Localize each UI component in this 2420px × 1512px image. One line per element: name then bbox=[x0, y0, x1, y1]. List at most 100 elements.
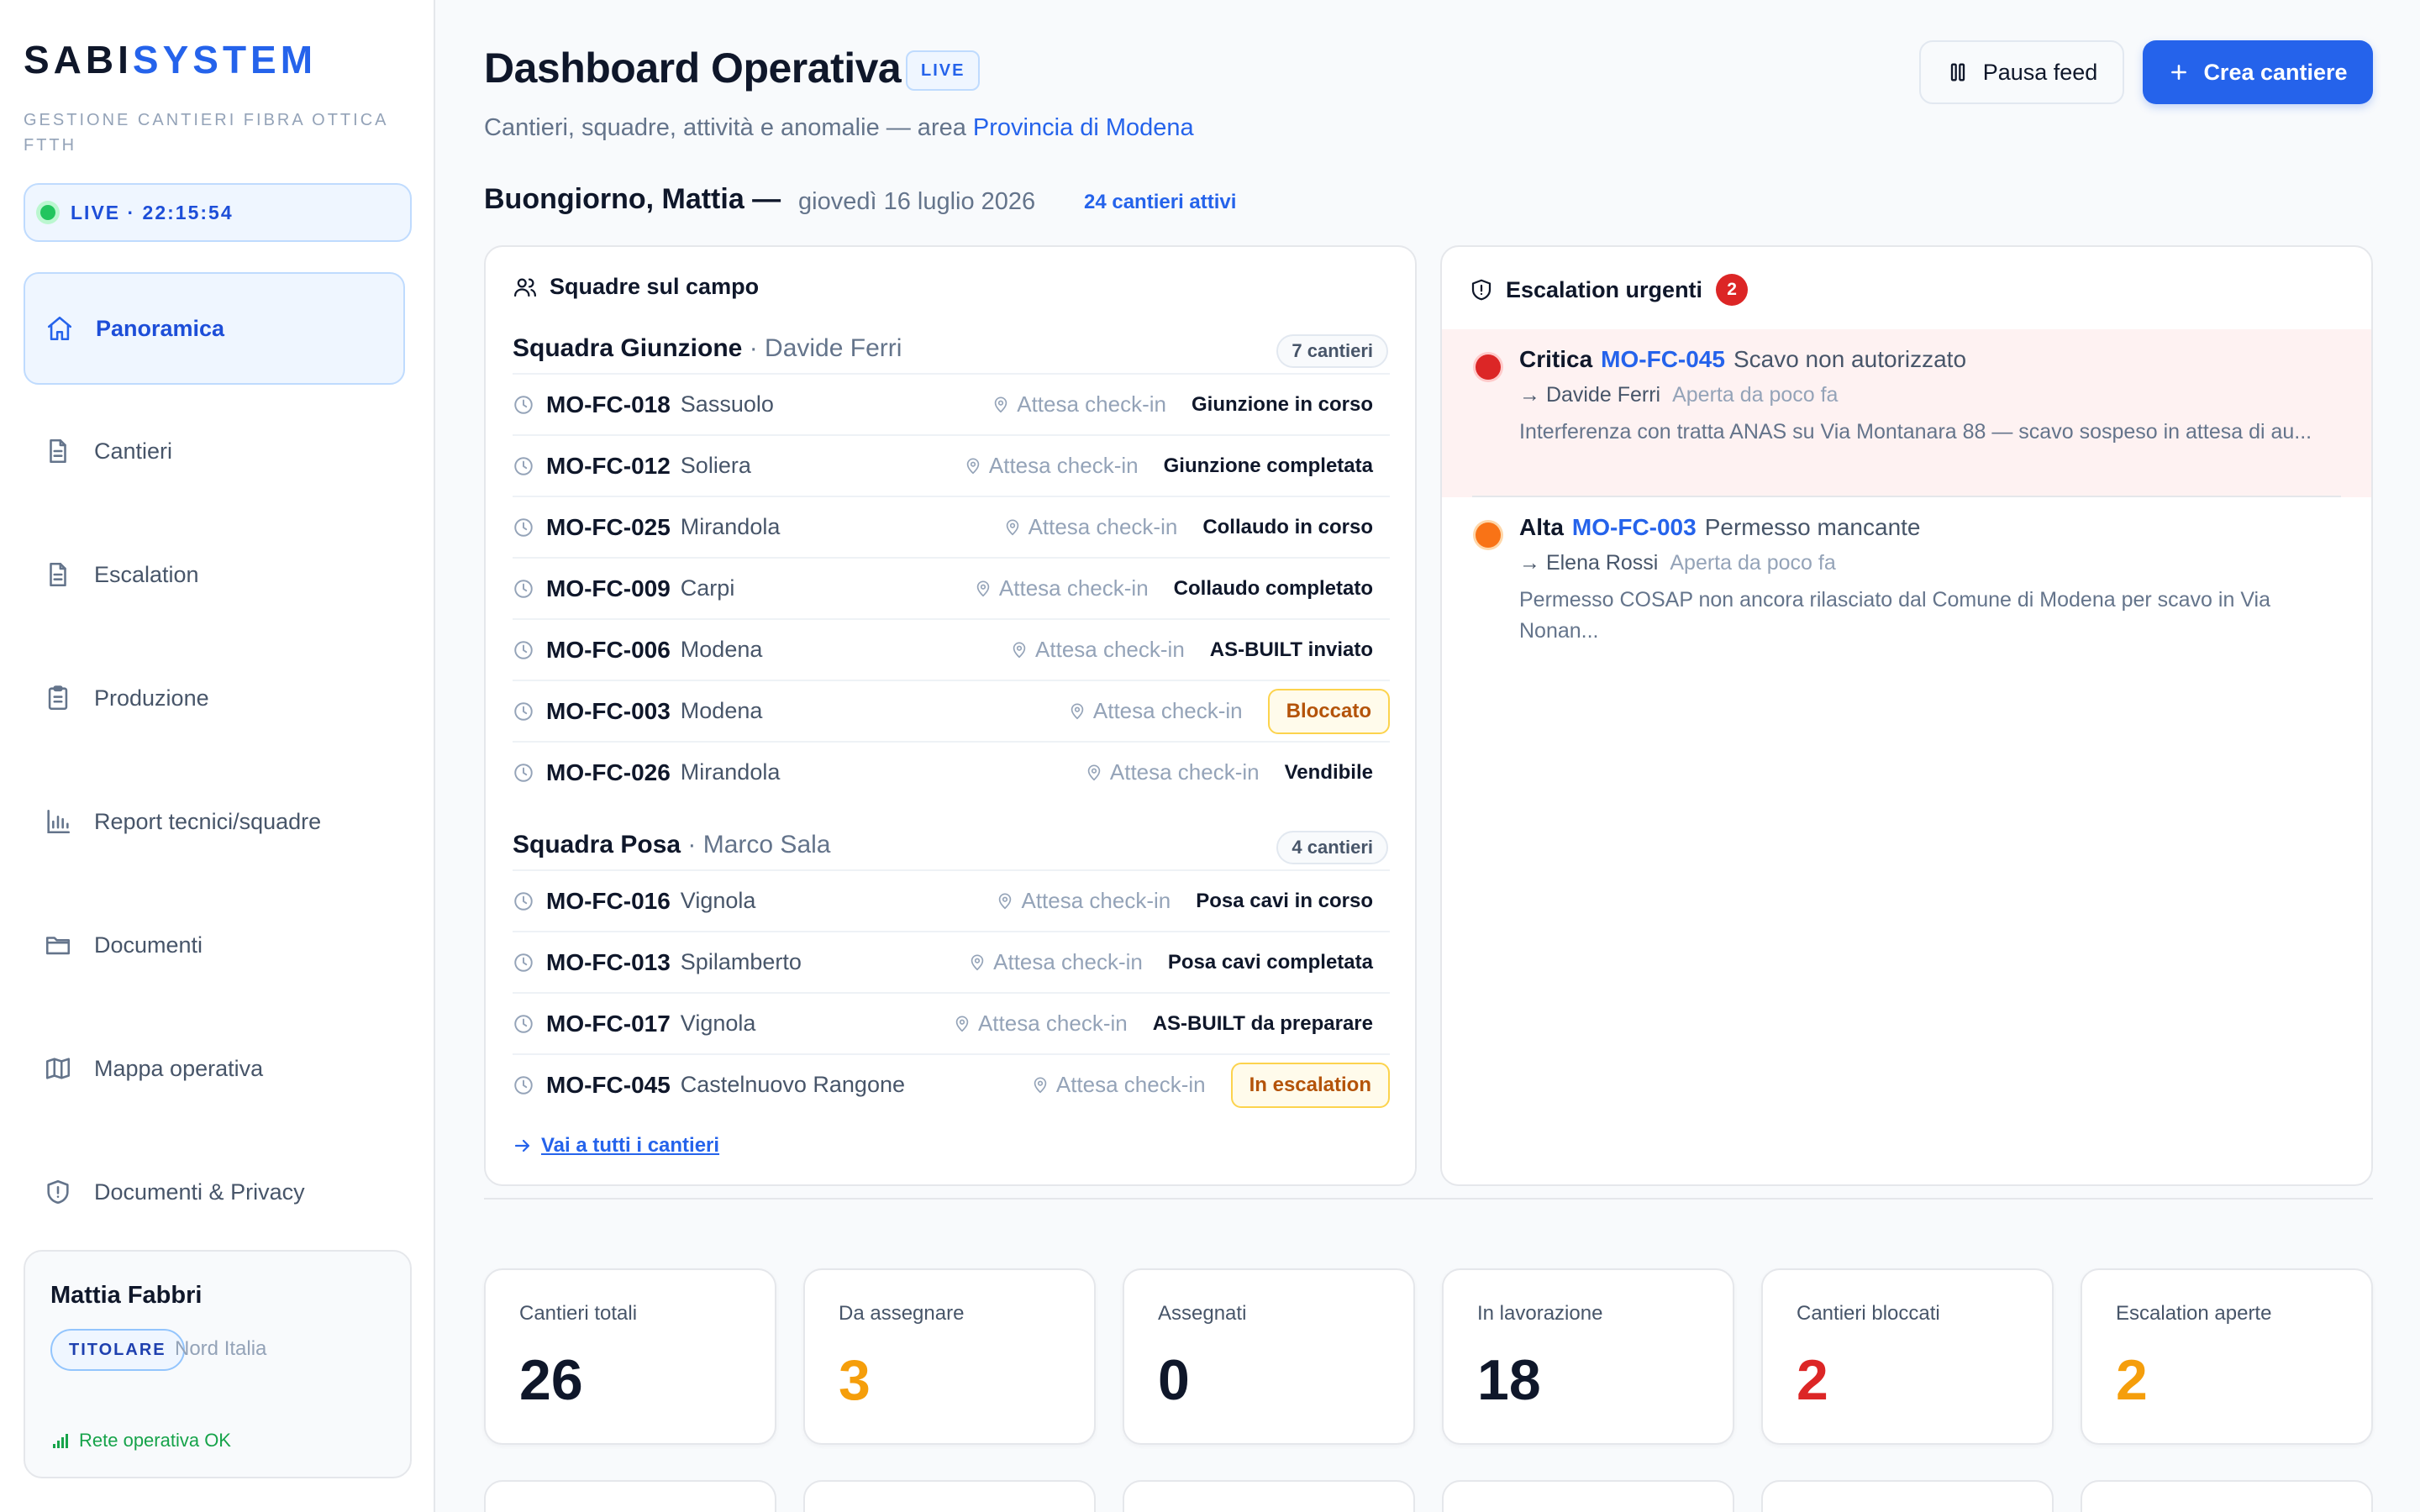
site-code[interactable]: MO-FC-006 bbox=[546, 637, 671, 664]
location-pin-icon bbox=[1071, 702, 1084, 719]
site-code[interactable]: MO-FC-012 bbox=[546, 453, 671, 480]
checkin-status: Attesa check-in bbox=[1010, 637, 1185, 663]
clock-icon bbox=[514, 517, 533, 537]
site-status-badge: AS-BUILT inviato bbox=[1209, 638, 1373, 661]
user-card[interactable]: Mattia Fabbri TITOLARE Nord Italia Rete … bbox=[24, 1250, 412, 1478]
escalation-item[interactable]: Critica MO-FC-045 Scavo non autorizzato → D… bbox=[1442, 329, 2371, 497]
sidebar-item-label: Mappa operativa bbox=[94, 1055, 264, 1081]
network-status-text: Rete operativa OK bbox=[79, 1430, 231, 1451]
site-status-badge: Giunzione completata bbox=[1163, 454, 1373, 477]
plus-icon bbox=[2171, 65, 2187, 80]
kpi-card[interactable]: Cantieri totali 26 bbox=[484, 1268, 776, 1445]
checkin-text: Attesa check-in bbox=[1017, 391, 1166, 417]
squad-lead: · Davide Ferri bbox=[749, 334, 902, 362]
escalation-site-code[interactable]: MO-FC-003 bbox=[1572, 514, 1697, 540]
location-pin-icon bbox=[955, 1015, 969, 1032]
site-code[interactable]: MO-FC-003 bbox=[546, 698, 671, 725]
sidebar-item-produzione[interactable]: Produzione bbox=[24, 642, 405, 754]
signal-icon bbox=[53, 1434, 68, 1448]
kpi-card[interactable]: Assegnati 0 bbox=[1123, 1268, 1415, 1445]
site-row[interactable]: MO-FC-018 Sassuolo Attesa check-in Giunzion… bbox=[513, 373, 1390, 434]
escalation-issue: Scavo non autorizzato bbox=[1733, 346, 1967, 372]
brand-logo[interactable]: SABISYSTEM bbox=[24, 37, 317, 82]
kpi-card-secondary bbox=[1761, 1480, 2054, 1512]
site-city: Sassuolo bbox=[680, 391, 774, 417]
site-code[interactable]: MO-FC-018 bbox=[546, 391, 671, 418]
kpi-label: In lavorazione bbox=[1477, 1302, 1603, 1325]
active-sites-count[interactable]: 24 cantieri attivi bbox=[1084, 191, 1236, 214]
site-code[interactable]: MO-FC-016 bbox=[546, 888, 671, 915]
brand-name-part2: SYSTEM bbox=[132, 38, 318, 81]
site-row[interactable]: MO-FC-013 Spilamberto Attesa check-in Posa … bbox=[513, 931, 1390, 992]
kpi-label: Assegnati bbox=[1158, 1302, 1247, 1325]
site-code[interactable]: MO-FC-009 bbox=[546, 575, 671, 602]
document-icon bbox=[50, 562, 66, 587]
site-city: Modena bbox=[680, 698, 763, 723]
clipboard-icon bbox=[48, 685, 68, 711]
site-code[interactable]: MO-FC-045 bbox=[546, 1072, 671, 1099]
site-row[interactable]: MO-FC-016 Vignola Attesa check-in Posa cavi… bbox=[513, 869, 1390, 931]
squad-title: Squadra Giunzione · Davide Ferri bbox=[513, 334, 902, 363]
escalation-item[interactable]: Alta MO-FC-003 Permesso mancante → Elena Ro… bbox=[1442, 497, 2371, 665]
sidebar-item-escalation[interactable]: Escalation bbox=[24, 518, 405, 631]
site-city: Mirandola bbox=[680, 759, 781, 785]
live-status-dot bbox=[40, 205, 55, 220]
site-row[interactable]: MO-FC-003 Modena Attesa check-in Bloccato bbox=[513, 680, 1390, 741]
site-status-badge: Posa cavi completata bbox=[1167, 950, 1373, 974]
kpi-label: Cantieri bloccati bbox=[1797, 1302, 1940, 1325]
kpi-card[interactable]: Da assegnare 3 bbox=[803, 1268, 1096, 1445]
site-code[interactable]: MO-FC-017 bbox=[546, 1011, 671, 1037]
escalation-description: Permesso COSAP non ancora rilasciato dal… bbox=[1519, 588, 2270, 643]
escalation-headline: Alta MO-FC-003 Permesso mancante bbox=[1519, 514, 1921, 541]
sidebar-item-label: Report tecnici/squadre bbox=[94, 808, 322, 834]
kpi-card[interactable]: In lavorazione 18 bbox=[1442, 1268, 1734, 1445]
escalation-meta: → Davide Ferri Aperta da poco fa bbox=[1519, 383, 1838, 407]
network-status: Rete operativa OK bbox=[50, 1430, 231, 1452]
sidebar-item-cantieri[interactable]: Cantieri bbox=[24, 395, 405, 507]
squad-title: Squadra Posa · Marco Sala bbox=[513, 831, 830, 859]
see-all-sites-link[interactable]: Vai a tutti i cantieri bbox=[513, 1134, 719, 1158]
site-row[interactable]: MO-FC-012 Soliera Attesa check-in Giunzione… bbox=[513, 434, 1390, 496]
site-row[interactable]: MO-FC-006 Modena Attesa check-in AS-BUILT i… bbox=[513, 618, 1390, 680]
sidebar-item-documenti[interactable]: Documenti bbox=[24, 889, 405, 1001]
checkin-status: Attesa check-in bbox=[1031, 1072, 1206, 1098]
escalation-opened: Aperta da poco fa bbox=[1672, 383, 1839, 407]
site-status-badge: Collaudo completato bbox=[1173, 576, 1373, 600]
home-icon bbox=[47, 316, 72, 341]
site-code[interactable]: MO-FC-026 bbox=[546, 759, 671, 786]
site-status-badge: In escalation bbox=[1230, 1062, 1390, 1108]
squad-sites-count: 7 cantieri bbox=[1276, 334, 1388, 368]
kpi-card[interactable]: Cantieri bloccati 2 bbox=[1761, 1268, 2054, 1445]
escalation-site-code[interactable]: MO-FC-045 bbox=[1601, 346, 1725, 372]
site-row[interactable]: MO-FC-009 Carpi Attesa check-in Collaudo co… bbox=[513, 557, 1390, 618]
sidebar-item-mappa[interactable]: Mappa operativa bbox=[24, 1012, 405, 1125]
site-code[interactable]: MO-FC-025 bbox=[546, 514, 671, 541]
escalation-opened: Aperta da poco fa bbox=[1670, 551, 1836, 575]
site-row[interactable]: MO-FC-017 Vignola Attesa check-in AS-BUILT … bbox=[513, 992, 1390, 1053]
severity-dot bbox=[1476, 354, 1501, 380]
clock-icon bbox=[514, 891, 533, 911]
live-badge: LIVE bbox=[906, 50, 981, 91]
create-site-button[interactable]: Crea cantiere bbox=[2143, 40, 2373, 104]
site-row[interactable]: MO-FC-045 Castelnuovo Rangone Attesa check… bbox=[513, 1053, 1390, 1115]
site-code[interactable]: MO-FC-013 bbox=[546, 949, 671, 976]
kpi-value: 2 bbox=[2116, 1348, 2148, 1412]
kpi-card-secondary bbox=[1123, 1480, 1415, 1512]
create-site-label: Crea cantiere bbox=[2203, 59, 2348, 85]
area-link[interactable]: Provincia di Modena bbox=[973, 114, 1194, 141]
sidebar-item-privacy[interactable]: Documenti & Privacy bbox=[24, 1136, 405, 1248]
checkin-status: Attesa check-in bbox=[974, 575, 1149, 601]
sidebar-item-report[interactable]: Report tecnici/squadre bbox=[24, 765, 405, 878]
site-status-badge: Vendibile bbox=[1284, 760, 1373, 784]
site-row[interactable]: MO-FC-026 Mirandola Attesa check-in Vendibi… bbox=[513, 741, 1390, 802]
checkin-status: Attesa check-in bbox=[1085, 759, 1260, 785]
kpi-value: 26 bbox=[519, 1348, 583, 1412]
site-row[interactable]: MO-FC-025 Mirandola Attesa check-in Collaud… bbox=[513, 496, 1390, 557]
sidebar-item-label: Escalation bbox=[94, 561, 199, 587]
squads-panel: Squadre sul campo Squadra Giunzione · Da… bbox=[484, 245, 1417, 1186]
clock-icon bbox=[514, 763, 533, 782]
pause-feed-button[interactable]: Pausa feed bbox=[1919, 40, 2124, 104]
kpi-card[interactable]: Escalation aperte 2 bbox=[2081, 1268, 2373, 1445]
sidebar-item-panoramica[interactable]: Panoramica bbox=[24, 272, 405, 385]
checkin-text: Attesa check-in bbox=[1021, 888, 1171, 913]
